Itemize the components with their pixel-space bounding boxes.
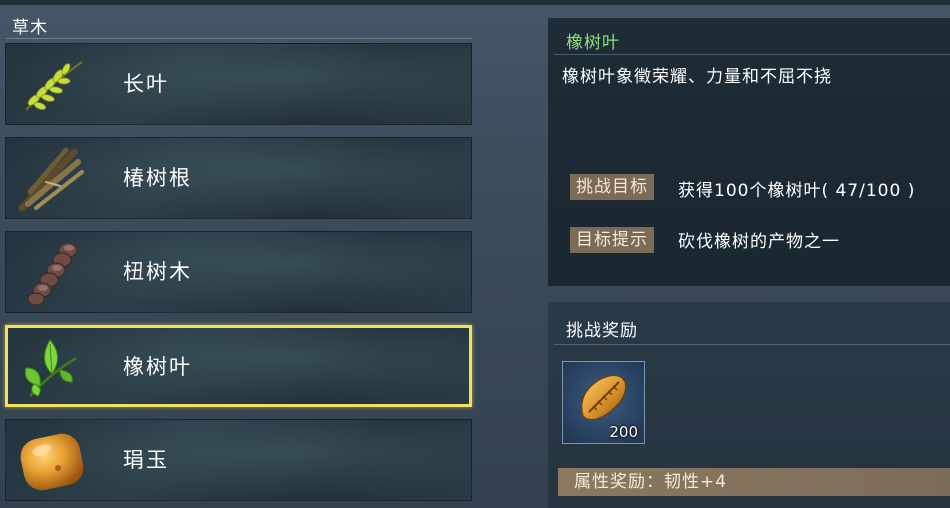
challenge-goal-value: 获得100个橡树叶( 47/100 ) <box>678 181 916 201</box>
reward-item-slot[interactable]: 200 <box>562 361 645 444</box>
detail-divider <box>554 54 950 55</box>
item-label: 琄玉 <box>123 448 169 472</box>
amber-jade-icon <box>16 424 88 496</box>
item-label: 椿树根 <box>123 166 192 190</box>
list-item-long-leaf[interactable]: 长叶 <box>5 43 472 125</box>
oak-leaf-icon <box>16 330 88 402</box>
list-item-tree-root[interactable]: 椿树根 <box>5 137 472 219</box>
list-item-amber-jade[interactable]: 琄玉 <box>5 419 472 501</box>
detail-description: 橡树叶象徵荣耀、力量和不屈不挠 <box>562 67 832 87</box>
category-panel: 草木 长叶 椿树根 杻树木 橡树叶 琄玉 <box>0 5 480 508</box>
category-title: 草木 <box>12 18 48 38</box>
item-label: 杻树木 <box>123 260 192 284</box>
list-item-oak-leaf[interactable]: 橡树叶 <box>5 325 472 407</box>
detail-item-name: 橡树叶 <box>566 33 620 53</box>
goal-hint-tag: 目标提示 <box>570 227 654 253</box>
golden-seed-icon <box>573 368 633 428</box>
tree-root-icon <box>16 142 88 214</box>
goal-hint-value: 砍伐橡树的产物之一 <box>678 232 840 252</box>
reward-panel: 挑战奖励 200 属性奖励：韧性+4 <box>548 302 950 508</box>
list-item-wood-log[interactable]: 杻树木 <box>5 231 472 313</box>
long-leaf-icon <box>16 48 88 120</box>
attribute-reward-bar: 属性奖励：韧性+4 <box>558 468 950 496</box>
reward-divider <box>554 344 950 345</box>
reward-item-count: 200 <box>609 423 638 441</box>
category-divider <box>6 38 472 39</box>
item-label: 长叶 <box>123 72 169 96</box>
item-label: 橡树叶 <box>123 355 192 379</box>
reward-title: 挑战奖励 <box>566 321 638 341</box>
item-detail-panel: 橡树叶 橡树叶象徵荣耀、力量和不屈不挠 挑战目标 获得100个橡树叶( 47/1… <box>548 18 950 286</box>
wood-log-icon <box>16 236 88 308</box>
challenge-goal-tag: 挑战目标 <box>570 174 654 200</box>
